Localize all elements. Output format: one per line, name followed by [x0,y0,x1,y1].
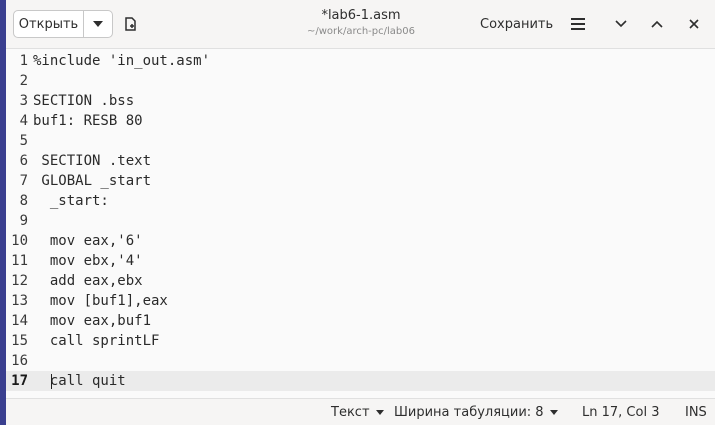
code-line[interactable]: 14 mov eax,buf1 [6,311,715,331]
code-line[interactable]: 6 SECTION .text [6,151,715,171]
code-text[interactable]: mov [buf1],eax [33,291,168,311]
caret-down-icon [375,410,384,415]
line-number: 13 [11,293,28,309]
cursor-position[interactable]: Ln 17, Col 3 [582,404,659,422]
line-number: 5 [19,133,28,149]
chevron-up-icon [651,20,663,28]
code-line[interactable]: 9 [6,211,715,231]
code-editor[interactable]: 1 %include 'in_out.asm' 2 3 SECTION .bss 4… [6,49,715,397]
new-document-button[interactable] [121,14,141,34]
code-text[interactable]: _start: [33,191,109,211]
code-text[interactable]: SECTION .bss [33,91,134,111]
tab-width-label: Ширина табуляции: 8 [394,405,544,420]
code-text[interactable]: mov eax,buf1 [33,311,151,331]
line-number: 14 [11,313,28,329]
code-text[interactable]: GLOBAL _start [33,171,151,191]
close-button[interactable] [684,14,704,34]
code-text[interactable]: buf1: RESB 80 [33,111,143,131]
save-button[interactable]: Сохранить [474,14,559,36]
code-line[interactable]: 16 [6,351,715,371]
line-number: 7 [19,173,28,189]
new-document-icon [125,17,136,31]
line-number: 1 [19,53,28,69]
editor-window: Открыть *lab6-1.asm ~/work/arch-pc/lab06… [6,0,715,425]
title-block: *lab6-1.asm ~/work/arch-pc/lab06 [266,7,456,38]
code-text[interactable]: mov ebx,'4' [33,251,143,271]
syntax-label: Текст [331,405,370,420]
code-text[interactable]: call sprintLF [33,331,160,351]
caret-down-icon [549,410,558,415]
code-line[interactable]: 3 SECTION .bss [6,91,715,111]
code-line[interactable]: 11 mov ebx,'4' [6,251,715,271]
text-cursor [51,374,52,389]
insert-mode-indicator[interactable]: INS [685,404,707,422]
document-path: ~/work/arch-pc/lab06 [307,26,415,37]
code-line[interactable]: 2 [6,71,715,91]
code-line[interactable]: 1 %include 'in_out.asm' [6,51,715,71]
syntax-selector[interactable]: Текст [331,404,384,422]
code-line[interactable]: 13 mov [buf1],eax [6,291,715,311]
code-text[interactable]: call quit [33,371,126,391]
line-number: 15 [11,333,28,349]
line-number: 3 [19,93,28,109]
open-button[interactable]: Открыть [14,11,84,37]
tab-width-selector[interactable]: Ширина табуляции: 8 [394,404,558,422]
code-line[interactable]: 4 buf1: RESB 80 [6,111,715,131]
line-number: 17 [11,373,28,389]
code-text[interactable]: %include 'in_out.asm' [33,51,210,71]
code-line[interactable]: 15 call sprintLF [6,331,715,351]
code-text[interactable]: SECTION .text [33,151,151,171]
code-text[interactable]: mov eax,'6' [33,231,143,251]
hamburger-menu-icon [571,18,585,30]
close-icon [689,19,699,29]
line-number: 8 [19,193,28,209]
code-line[interactable]: 10 mov eax,'6' [6,231,715,251]
line-number: 9 [19,213,28,229]
code-line[interactable]: 7 GLOBAL _start [6,171,715,191]
line-number: 6 [19,153,28,169]
line-number: 12 [11,273,28,289]
maximize-button[interactable] [647,14,667,34]
open-dropdown-button[interactable] [84,11,112,37]
line-number: 2 [19,73,28,89]
status-bar: Текст Ширина табуляции: 8 Ln 17, Col 3 I… [6,398,715,425]
chevron-down-icon [93,21,103,27]
open-button-group: Открыть [13,10,113,38]
document-title: *lab6-1.asm [321,8,401,23]
minimize-button[interactable] [611,14,631,34]
code-line[interactable]: 8 _start: [6,191,715,211]
menu-button[interactable] [568,14,588,34]
current-code-line[interactable]: 17 call quit [6,371,715,391]
code-line[interactable]: 12 add eax,ebx [6,271,715,291]
line-number: 10 [11,233,28,249]
line-number: 11 [11,253,28,269]
line-number: 4 [19,113,28,129]
line-number: 16 [11,353,28,369]
code-line[interactable]: 5 [6,131,715,151]
chevron-down-icon [615,20,627,28]
code-text[interactable]: add eax,ebx [33,271,143,291]
header-bar: Открыть *lab6-1.asm ~/work/arch-pc/lab06… [6,0,715,49]
